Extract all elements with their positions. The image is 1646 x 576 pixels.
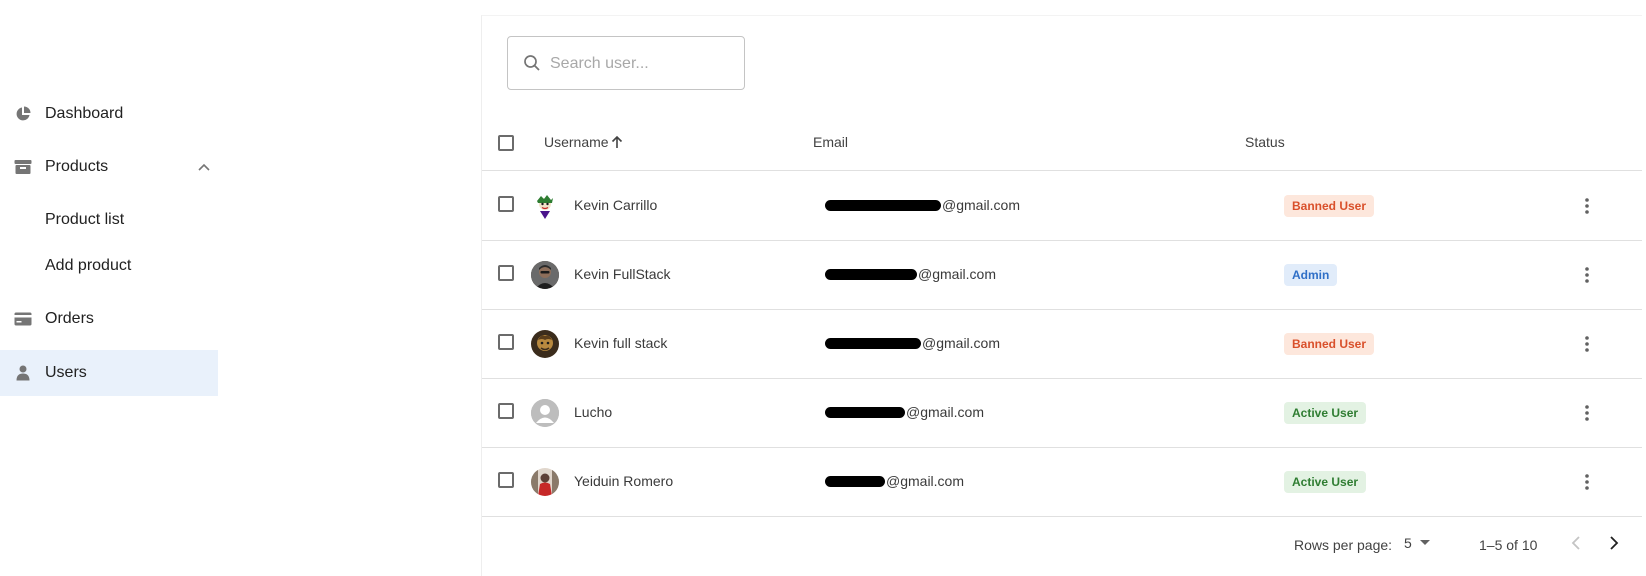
status-badge: Banned User [1284, 195, 1375, 217]
pie-chart-icon [13, 104, 33, 124]
column-header-username[interactable]: Username [544, 134, 609, 150]
status-badge: Banned User [1284, 333, 1375, 355]
sidebar-item-orders[interactable]: Orders [0, 296, 230, 342]
sidebar-item-add-product[interactable]: Add product [0, 243, 230, 289]
page-range: 1–5 of 10 [1479, 537, 1538, 553]
email-visible-text: @gmail.com [942, 197, 1021, 213]
sidebar-item-products[interactable]: Products [0, 144, 230, 190]
status-badge: Active User [1284, 402, 1367, 424]
credit-card-icon [13, 309, 33, 329]
email-cell: @gmail.com [825, 197, 1020, 213]
column-header-status[interactable]: Status [1245, 134, 1285, 150]
email-visible-text: @gmail.com [918, 266, 997, 282]
email-cell: @gmail.com [825, 335, 1000, 351]
row-checkbox[interactable] [498, 334, 514, 350]
sidebar-item-label: Orders [45, 310, 94, 327]
avatar [531, 261, 559, 289]
status-badge: Active User [1284, 471, 1367, 493]
email-cell: @gmail.com [825, 473, 964, 489]
sidebar-item-label: Product list [45, 211, 125, 228]
person-icon [13, 363, 33, 383]
avatar [531, 399, 559, 427]
more-options-icon[interactable] [1577, 195, 1597, 217]
sidebar: Dashboard Products Product list Add prod… [0, 0, 230, 564]
select-all-checkbox[interactable] [498, 135, 514, 151]
row-checkbox[interactable] [498, 472, 514, 488]
more-options-icon[interactable] [1577, 471, 1597, 493]
email-visible-text: @gmail.com [886, 473, 965, 489]
username-cell: Lucho [574, 404, 613, 420]
rows-per-page-value: 5 [1404, 535, 1412, 551]
chevron-left-icon [1571, 536, 1580, 550]
more-options-icon[interactable] [1577, 402, 1597, 424]
search-icon [523, 54, 541, 72]
sidebar-item-label: Users [45, 364, 87, 381]
table-header: Username Email Status [482, 116, 1642, 171]
chevron-up-icon[interactable] [197, 160, 211, 174]
row-checkbox[interactable] [498, 403, 514, 419]
table-row[interactable]: Kevin FullStack @gmail.com Admin [482, 240, 1642, 310]
email-cell: @gmail.com [825, 404, 984, 420]
sidebar-item-label: Add product [45, 257, 132, 274]
redaction-mark [825, 199, 941, 211]
redaction-mark [825, 268, 917, 280]
chevron-right-icon [1610, 536, 1619, 550]
table-row[interactable]: Yeiduin Romero @gmail.com Active User [482, 447, 1642, 517]
next-page-button[interactable] [1602, 531, 1626, 555]
more-options-icon[interactable] [1577, 333, 1597, 355]
sidebar-item-product-list[interactable]: Product list [0, 197, 230, 243]
sidebar-item-label: Products [45, 158, 109, 175]
username-cell: Kevin full stack [574, 335, 668, 351]
users-table-card: Username Email Status Kevin Carrillo @gm… [481, 15, 1642, 576]
avatar [531, 330, 559, 358]
avatar [531, 468, 559, 496]
table-row[interactable]: Lucho @gmail.com Active User [482, 378, 1642, 448]
column-header-email[interactable]: Email [813, 134, 848, 150]
email-visible-text: @gmail.com [906, 404, 985, 420]
sidebar-item-dashboard[interactable]: Dashboard [0, 91, 230, 137]
previous-page-button[interactable] [1564, 531, 1588, 555]
status-badge: Admin [1284, 264, 1338, 286]
caret-down-icon [1419, 540, 1430, 546]
username-cell: Kevin Carrillo [574, 197, 658, 213]
arrow-up-icon[interactable] [609, 134, 625, 150]
username-cell: Kevin FullStack [574, 266, 671, 282]
email-visible-text: @gmail.com [922, 335, 1001, 351]
search-box [507, 36, 745, 90]
row-checkbox[interactable] [498, 196, 514, 212]
rows-per-page-label: Rows per page: [1294, 537, 1393, 553]
table-row[interactable]: Kevin Carrillo @gmail.com Banned User [482, 171, 1642, 241]
search-input[interactable] [548, 51, 737, 77]
more-options-icon[interactable] [1577, 264, 1597, 286]
redaction-mark [825, 406, 905, 418]
username-cell: Yeiduin Romero [574, 473, 674, 489]
sidebar-item-label: Dashboard [45, 105, 124, 122]
avatar [531, 192, 559, 220]
rows-per-page-select[interactable]: 5 [1404, 531, 1430, 555]
email-cell: @gmail.com [825, 266, 996, 282]
row-checkbox[interactable] [498, 265, 514, 281]
redaction-mark [825, 337, 921, 349]
table-row[interactable]: Kevin full stack @gmail.com Banned User [482, 309, 1642, 379]
redaction-mark [825, 475, 885, 487]
archive-box-icon [13, 157, 33, 177]
sidebar-item-users[interactable]: Users [0, 350, 218, 396]
table-pagination: Rows per page: 5 1–5 of 10 [482, 517, 1642, 557]
